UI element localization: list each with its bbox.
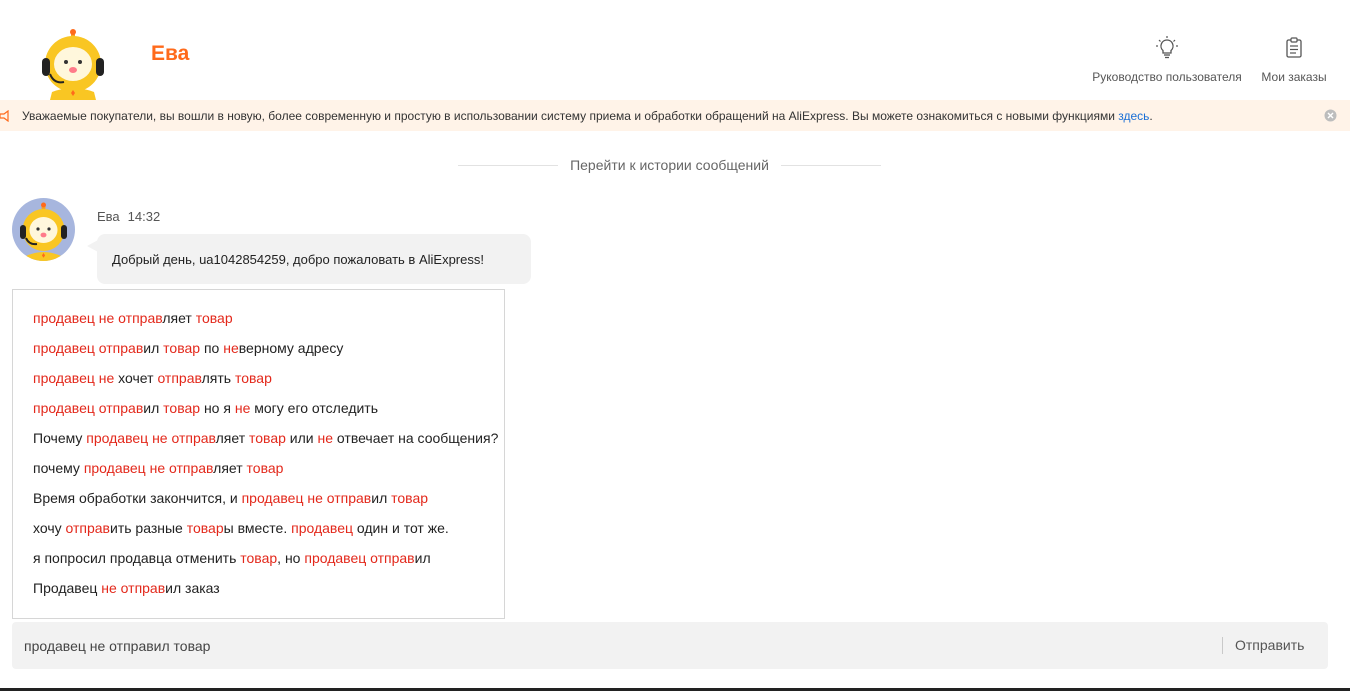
suggestion-item[interactable]: продавец отправил товар по неверному адр… (33, 340, 343, 356)
suggestion-text: Почему (33, 430, 87, 446)
suggestion-highlight: продавец не отправ (83, 460, 214, 476)
suggestion-text: могу его отследить (250, 400, 379, 416)
message-time: 14:32 (127, 209, 161, 224)
suggestion-highlight: продавец не отправ (86, 430, 216, 446)
suggestion-text: ляет (162, 310, 196, 326)
suggestion-list: продавец не отправляет товар продавец отп… (12, 289, 505, 619)
suggestion-highlight: товар (240, 550, 278, 566)
suggestion-text: ил (143, 340, 164, 356)
user-guide-link[interactable]: Руководство пользователя (1092, 36, 1242, 84)
suggestion-highlight: продавец отправ (33, 340, 144, 356)
divider-line-right (781, 165, 881, 166)
bot-name: Ева (151, 42, 190, 65)
user-guide-label: Руководство пользователя (1092, 70, 1242, 84)
message-meta: Ева 14:32 (97, 209, 160, 224)
suggestion-text: ил (371, 490, 392, 506)
suggestion-highlight: продавец отправ (304, 550, 415, 566)
suggestion-item[interactable]: я попросил продавца отменить товар, но п… (33, 550, 431, 566)
message-sender: Ева (97, 209, 120, 224)
suggestion-highlight: отправ (157, 370, 202, 386)
suggestion-highlight: товар (186, 520, 224, 536)
suggestion-item[interactable]: Время обработки закончится, и продавец н… (33, 490, 428, 506)
header: Ева Руководство пользователя Мои заказы (0, 0, 1350, 100)
suggestion-text: Продавец (33, 580, 102, 596)
suggestion-highlight: продавец не (33, 370, 115, 386)
send-button[interactable]: Отправить (1235, 637, 1304, 653)
message-input[interactable] (12, 622, 1212, 669)
suggestion-text: отвечает на сообщения? (333, 430, 499, 446)
suggestion-text: ляет (215, 430, 250, 446)
my-orders-link[interactable]: Мои заказы (1258, 36, 1330, 84)
suggestion-text: почему (33, 460, 84, 476)
suggestion-item[interactable]: Продавец не отправил заказ (33, 580, 220, 596)
my-orders-label: Мои заказы (1261, 70, 1327, 84)
suggestion-text: Время обработки закончится, и (33, 490, 242, 506)
message-avatar (12, 198, 75, 261)
suggestion-item[interactable]: Почему продавец не отправляет товар или … (33, 430, 498, 446)
notice-banner: Уважаемые покупатели, вы вошли в новую, … (0, 100, 1350, 131)
suggestion-highlight: продавец не отправ (241, 490, 372, 506)
suggestion-text: верному адресу (238, 340, 344, 356)
lightbulb-icon (1156, 36, 1178, 60)
megaphone-icon (0, 109, 10, 123)
suggestion-highlight: товар (249, 430, 286, 446)
notice-here-link[interactable]: здесь (1118, 109, 1149, 123)
suggestion-highlight: товар (234, 370, 272, 386)
send-divider (1222, 637, 1223, 654)
clipboard-icon (1283, 36, 1305, 60)
suggestion-text: я попросил продавца отменить (33, 550, 241, 566)
message-text: Добрый день, ua1042854259, добро пожалов… (112, 252, 484, 267)
suggestion-text: , но (277, 550, 305, 566)
suggestion-item[interactable]: продавец не отправляет товар (33, 310, 233, 326)
suggestion-text: по (200, 340, 224, 356)
suggestion-text: но я (200, 400, 235, 416)
suggestion-highlight: товар (195, 310, 233, 326)
suggestion-highlight: товар (391, 490, 429, 506)
suggestion-highlight: не (223, 340, 239, 356)
suggestion-highlight: товар (163, 340, 201, 356)
suggestion-text: лять (201, 370, 235, 386)
notice-text: Уважаемые покупатели, вы вошли в новую, … (22, 109, 1153, 123)
close-icon[interactable] (1324, 109, 1337, 122)
suggestion-item[interactable]: почему продавец не отправляет товар (33, 460, 283, 476)
suggestion-text: ил заказ (165, 580, 220, 596)
suggestion-text: ил (143, 400, 164, 416)
suggestion-highlight: отправ (65, 520, 110, 536)
suggestion-text: или (285, 430, 318, 446)
message-bubble: Добрый день, ua1042854259, добро пожалов… (87, 234, 531, 284)
suggestion-item[interactable]: продавец не хочет отправлять товар (33, 370, 272, 386)
suggestion-text: ы вместе. (223, 520, 292, 536)
suggestion-text: ляет (213, 460, 247, 476)
suggestion-text: ить разные (110, 520, 187, 536)
suggestion-highlight: товар (163, 400, 201, 416)
suggestion-text: один и тот же. (353, 520, 449, 536)
suggestion-highlight: не (317, 430, 334, 446)
input-bar: Отправить (12, 622, 1328, 669)
suggestion-text: хочу (33, 520, 66, 536)
suggestion-item[interactable]: продавец отправил товар но я не могу его… (33, 400, 378, 416)
suggestion-highlight: не отправ (101, 580, 166, 596)
suggestion-highlight: продавец не отправ (33, 310, 163, 326)
suggestion-highlight: продавец отправ (33, 400, 144, 416)
suggestion-item[interactable]: хочу отправить разные товары вместе. про… (33, 520, 449, 536)
suggestion-text: ил (414, 550, 431, 566)
suggestion-highlight: продавец (291, 520, 353, 536)
suggestion-highlight: товар (246, 460, 284, 476)
suggestion-text: хочет (114, 370, 158, 386)
suggestion-highlight: не (234, 400, 251, 416)
history-divider: Перейти к истории сообщений (458, 157, 881, 175)
bot-avatar (40, 28, 106, 100)
